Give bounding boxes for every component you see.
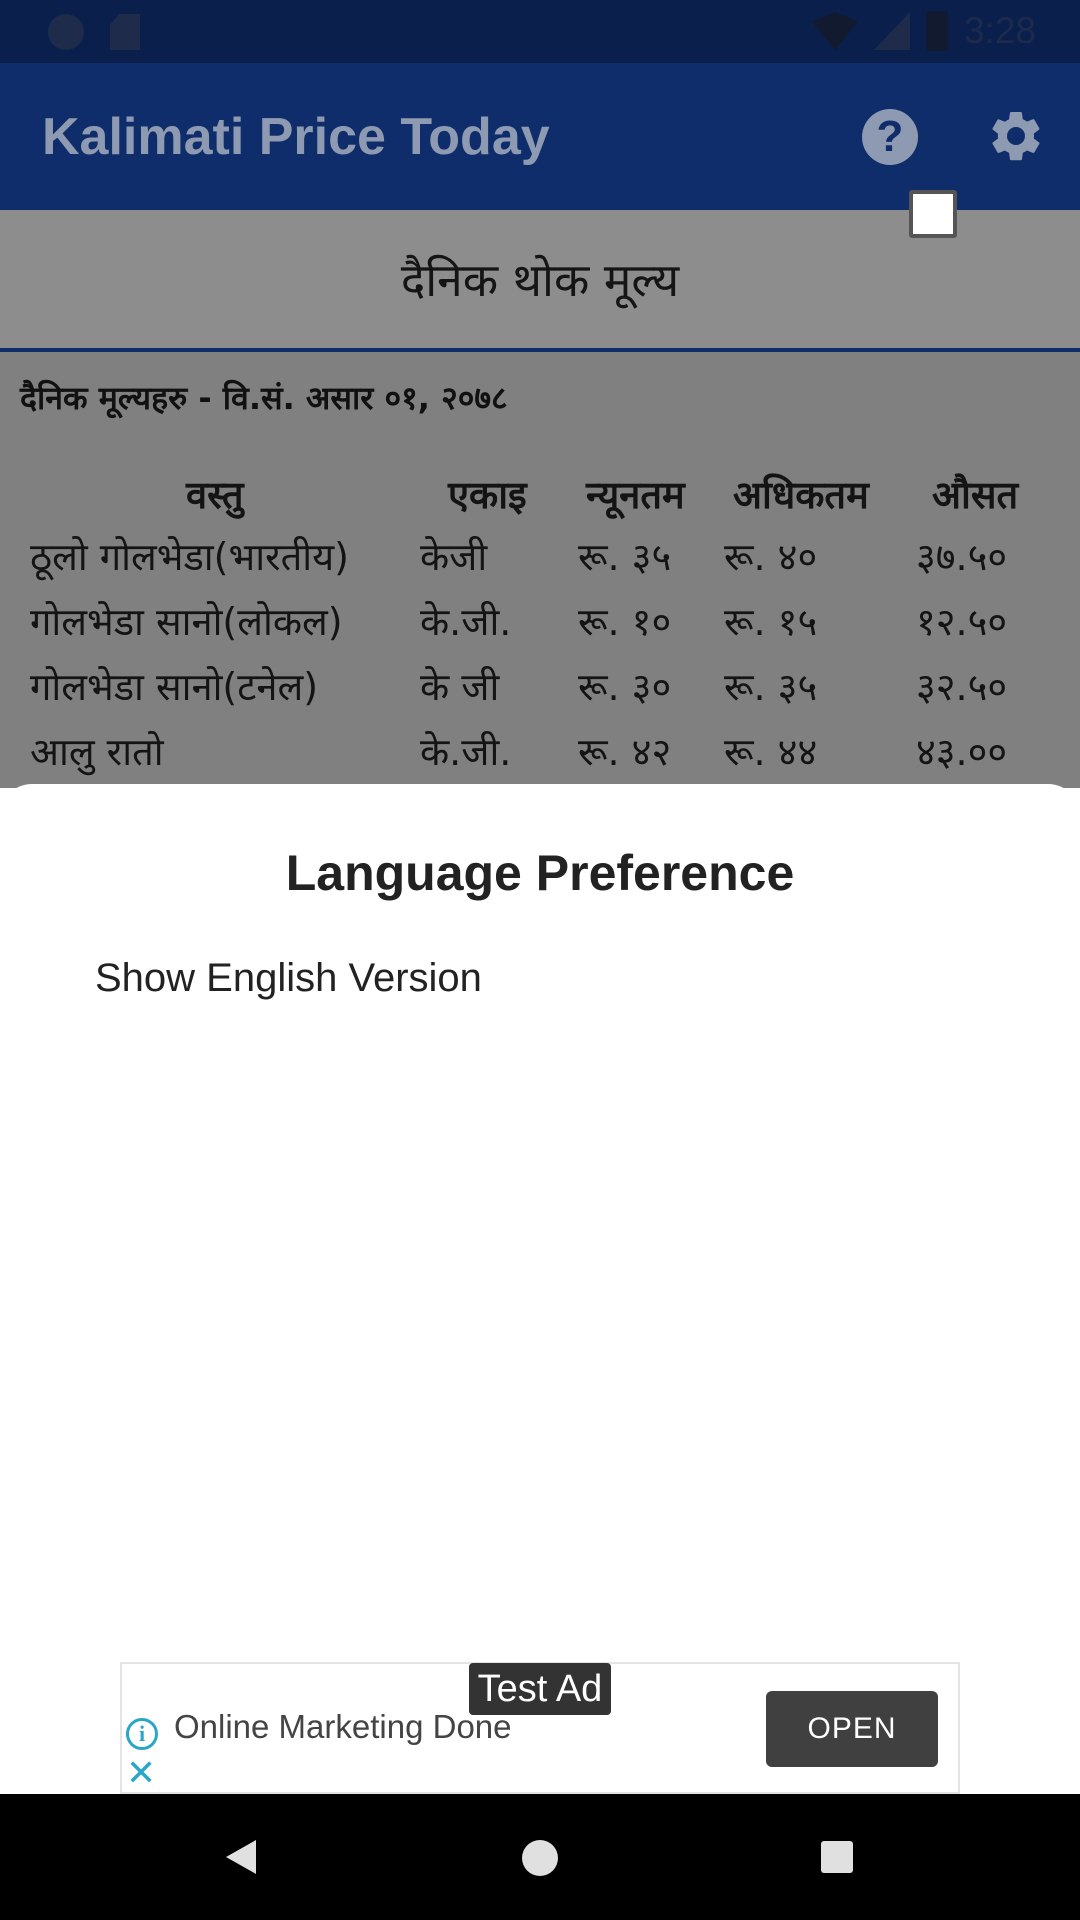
column-header-max: अधिकतम [733,473,869,517]
wifi-icon [811,12,858,50]
cell-avg: ४३.०० [916,730,1008,774]
column-header-avg: औसत [932,473,1019,517]
cell-unit: केजी [420,535,488,579]
recents-icon[interactable] [821,1841,853,1873]
cell-item: ठूलो गोलभेडा(भारतीय) [30,535,349,579]
cell-unit: के.जी. [420,600,512,644]
close-icon[interactable]: ✕ [126,1756,156,1792]
ad-text[interactable]: Online Marketing Done [174,1708,512,1746]
sheet-title: Language Preference [285,845,795,901]
cell-max: रू. ३५ [724,665,818,709]
column-header-min: न्यूनतम [586,473,685,517]
battery-icon [925,11,948,51]
show-english-row[interactable]: Show English Version [0,944,1080,1016]
back-icon[interactable] [226,1840,256,1874]
cell-avg: १२.५० [916,600,1008,644]
info-icon[interactable]: i [126,1718,158,1750]
show-english-label: Show English Version [95,956,482,1000]
price-list: दैनिक मूल्यहरु - वि.सं. असार ०१, २०७८ वस… [0,352,1080,788]
cell-item: गोलभेडा सानो(लोकल) [30,600,343,644]
cell-min: रू. ३० [578,665,672,709]
cell-unit: के.जी. [420,730,512,774]
column-header-unit: एकाइ [448,473,527,517]
app-bar: Kalimati Price Today [0,63,1080,210]
date-line: दैनिक मूल्यहरु - वि.सं. असार ०१, २०७८ [20,379,508,417]
status-time: 3:28 [963,10,1036,51]
app-title: Kalimati Price Today [42,108,550,166]
signal-icon [873,12,910,50]
cell-avg: ३७.५० [916,535,1008,579]
cell-item: गोलभेडा सानो(टनेल) [30,665,319,709]
column-header-item: वस्तु [186,473,244,517]
cell-max: रू. ४४ [724,730,818,774]
cell-min: रू. ४२ [578,730,672,774]
help-icon[interactable]: ? [862,109,918,165]
gear-icon[interactable] [986,106,1046,166]
table-row: गोलभेडा सानो(लोकल) के.जी. रू. १० रू. १५ … [0,595,1080,659]
section-title: दैनिक थोक मूल्य [400,253,680,307]
status-bar: 3:28 [0,0,1080,63]
table-row: ठूलो गोलभेडा(भारतीय) केजी रू. ३५ रू. ४० … [0,530,1080,594]
cell-max: रू. १५ [724,600,818,644]
cell-max: रू. ४० [724,535,818,579]
cell-min: रू. ३५ [578,535,672,579]
table-header: वस्तु एकाइ न्यूनतम अधिकतम औसत [0,468,1080,532]
cell-item: आलु रातो [30,730,164,774]
ad-open-button[interactable]: OPEN [766,1691,938,1767]
cell-min: रू. १० [578,600,672,644]
cell-avg: ३२.५० [916,665,1008,709]
table-row: गोलभेडा सानो(टनेल) के जी रू. ३० रू. ३५ ३… [0,660,1080,724]
circle-icon [48,14,84,50]
language-preference-sheet: Language Preference Show English Version [0,784,1080,1794]
sd-card-icon [110,14,140,50]
show-english-checkbox[interactable] [909,190,957,238]
table-row: आलु रातो के.जी. रू. ४२ रू. ४४ ४३.०० [0,725,1080,789]
home-icon[interactable] [522,1840,558,1876]
cell-unit: के जी [420,665,500,709]
